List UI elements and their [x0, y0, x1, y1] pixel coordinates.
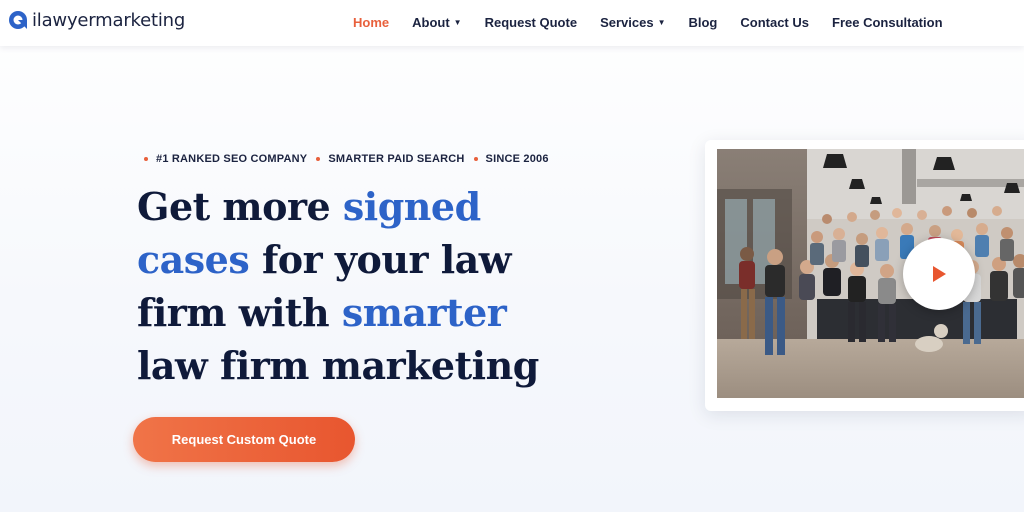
- nav-about[interactable]: About ▼: [412, 15, 461, 30]
- nav-free-consultation[interactable]: Free Consultation: [832, 15, 943, 30]
- nav-services[interactable]: Services ▼: [600, 15, 665, 30]
- hero-tag: SMARTER PAID SEARCH: [316, 153, 464, 165]
- play-video-button[interactable]: [903, 238, 975, 310]
- request-custom-quote-button[interactable]: Request Custom Quote: [133, 417, 355, 462]
- logo-text: ilawyermarketing: [32, 9, 186, 31]
- bullet-dot-icon: [316, 157, 321, 161]
- nav-contact-us[interactable]: Contact Us: [740, 15, 809, 30]
- nav-request-quote[interactable]: Request Quote: [485, 15, 577, 30]
- dropdown-caret-icon: ▼: [657, 18, 666, 27]
- bullet-dot-icon: [144, 157, 148, 161]
- bullet-dot-icon: [473, 157, 478, 161]
- hero-tag: #1 RANKED SEO COMPANY: [144, 153, 307, 165]
- top-navbar: ilawyermarketing Home About ▼ Request Quo…: [0, 0, 1024, 46]
- logo-icon: [9, 11, 27, 29]
- team-photo-image: [717, 149, 1024, 398]
- headline-highlight: smarter: [341, 290, 507, 335]
- nav-blog[interactable]: Blog: [688, 15, 717, 30]
- dropdown-caret-icon: ▼: [453, 18, 462, 27]
- nav-home[interactable]: Home: [353, 15, 389, 30]
- team-video-thumbnail[interactable]: [717, 149, 1024, 398]
- main-menu: Home About ▼ Request Quote Services ▼ Blog…: [353, 15, 966, 30]
- hero-tags: #1 RANKED SEO COMPANY SMARTER PAID SEARC…: [144, 153, 558, 165]
- site-logo[interactable]: ilawyermarketing: [8, 8, 185, 32]
- hero-headline: Get more signed cases for your law firm …: [137, 184, 539, 388]
- play-icon: [933, 266, 946, 282]
- hero-tag: SINCE 2006: [473, 153, 549, 165]
